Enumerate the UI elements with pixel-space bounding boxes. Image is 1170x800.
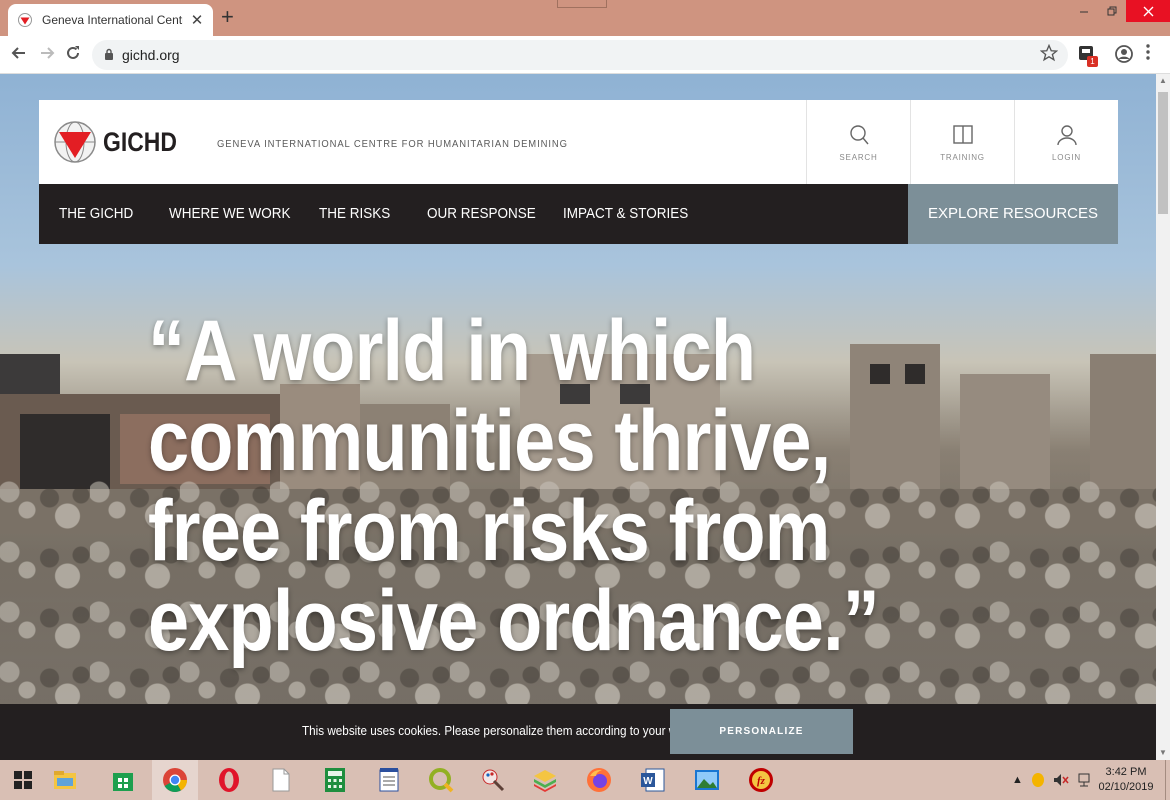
hero-quote: “A world in which communities thrive, fr… (148, 303, 880, 669)
chrome-icon[interactable] (152, 760, 198, 800)
user-icon (1056, 124, 1077, 145)
taskbar-clock[interactable]: 3:42 PM 02/10/2019 (1096, 765, 1156, 795)
store-icon[interactable] (100, 760, 146, 800)
search-button[interactable]: SEARCH (806, 100, 910, 184)
bluestacks-icon[interactable] (522, 760, 568, 800)
address-bar[interactable]: gichd.org (92, 40, 1068, 70)
nav-the-gichd[interactable]: THE GICHD (59, 184, 133, 244)
blank-file-icon[interactable] (258, 760, 304, 800)
lock-icon (105, 48, 113, 60)
browser-tab[interactable]: Geneva International Centre for H ✕ (8, 4, 213, 36)
calculator-icon[interactable] (312, 760, 358, 800)
login-button[interactable]: LOGIN (1014, 100, 1118, 184)
bookmark-star-icon[interactable] (1040, 44, 1058, 62)
main-nav: THE GICHD WHERE WE WORK THE RISKS OUR RE… (39, 184, 1118, 244)
opera-icon[interactable] (206, 760, 252, 800)
system-tray: ▲ (1012, 760, 1091, 800)
filezilla-icon[interactable]: fz (738, 760, 784, 800)
firefox-icon[interactable] (576, 760, 622, 800)
photos-icon[interactable] (684, 760, 730, 800)
start-icon[interactable] (0, 760, 46, 800)
tray-coin-icon[interactable] (1031, 773, 1045, 787)
personalize-button[interactable]: PERSONALIZE (670, 709, 853, 754)
volume-muted-icon[interactable] (1053, 773, 1069, 787)
show-desktop-button[interactable] (1165, 760, 1170, 800)
tab-title: Geneva International Centre for H (42, 13, 183, 27)
back-arrow-icon[interactable] (8, 44, 30, 66)
forward-arrow-icon[interactable] (36, 44, 58, 66)
nav-the-risks[interactable]: THE RISKS (319, 184, 390, 244)
window-close-icon[interactable] (1126, 0, 1170, 22)
gichd-favicon-icon (18, 13, 32, 27)
browser-titlebar: Geneva International Centre for H ✕ + (0, 0, 1170, 36)
explore-resources-button[interactable]: EXPLORE RESOURCES (908, 184, 1118, 244)
gichd-logo[interactable]: GICHD (53, 114, 190, 170)
scrollbar-thumb[interactable] (1158, 92, 1168, 214)
window-controls (1070, 0, 1170, 26)
cookie-message: This website uses cookies. Please person… (302, 723, 705, 738)
windows-taskbar: W fz ▲ 3:42 PM 02/10/2019 (0, 760, 1170, 800)
tray-expand-icon[interactable]: ▲ (1012, 774, 1023, 786)
browser-menu-icon[interactable] (1146, 44, 1150, 65)
window-drag-handle[interactable] (557, 0, 607, 8)
login-label: LOGIN (1052, 152, 1081, 162)
utility-nav: SEARCH TRAINING LOGIN (806, 100, 1118, 184)
new-tab-button[interactable]: + (221, 6, 234, 28)
site-header: GICHD GENEVA INTERNATIONAL CENTRE FOR HU… (39, 100, 1118, 184)
page-viewport: GICHD GENEVA INTERNATIONAL CENTRE FOR HU… (0, 74, 1156, 760)
scroll-up-arrow-icon[interactable]: ▲ (1156, 74, 1170, 88)
svg-text:W: W (643, 776, 653, 787)
gichd-globe-logo-icon (54, 121, 96, 163)
word-icon[interactable]: W (630, 760, 676, 800)
restore-icon[interactable] (1098, 0, 1126, 22)
nav-our-response[interactable]: OUR RESPONSE (427, 184, 536, 244)
qgis-icon[interactable] (418, 760, 464, 800)
network-icon[interactable] (1077, 773, 1091, 787)
paint-icon[interactable] (470, 760, 516, 800)
profile-icon[interactable] (1115, 45, 1133, 63)
search-icon (849, 124, 869, 144)
search-label: SEARCH (839, 152, 878, 162)
extension-badge: 1 (1087, 56, 1098, 67)
training-button[interactable]: TRAINING (910, 100, 1014, 184)
notepad-icon[interactable] (366, 760, 412, 800)
nav-impact-stories[interactable]: IMPACT & STORIES (563, 184, 688, 244)
minimize-icon[interactable] (1070, 0, 1098, 22)
browser-toolbar: gichd.org (0, 36, 1170, 74)
reload-icon[interactable] (62, 44, 84, 66)
page-scrollbar[interactable]: ▲ ▼ (1156, 74, 1170, 760)
url-text: gichd.org (122, 47, 180, 63)
tab-close-icon[interactable]: ✕ (189, 11, 205, 29)
site-tagline: GENEVA INTERNATIONAL CENTRE FOR HUMANITA… (217, 138, 568, 150)
logo-text: GICHD (103, 126, 177, 157)
scroll-down-arrow-icon[interactable]: ▼ (1156, 746, 1170, 760)
book-icon (952, 124, 973, 144)
svg-text:fz: fz (757, 775, 766, 787)
file-explorer-icon[interactable] (42, 760, 88, 800)
nav-where-we-work[interactable]: WHERE WE WORK (169, 184, 291, 244)
clock-date: 02/10/2019 (1098, 781, 1154, 793)
clock-time: 3:42 PM (1105, 766, 1147, 778)
training-label: TRAINING (940, 152, 985, 162)
cookie-banner: This website uses cookies. Please person… (0, 704, 1156, 760)
